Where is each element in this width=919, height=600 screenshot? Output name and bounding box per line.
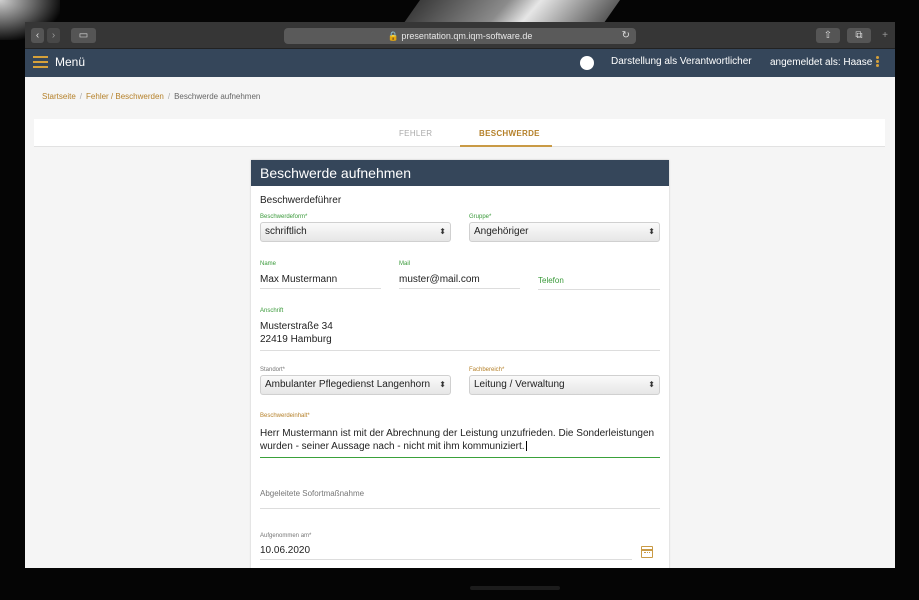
menu-label[interactable]: Menü bbox=[55, 55, 85, 69]
lock-icon: 🔒 bbox=[387, 31, 399, 41]
anschrift-line1: Musterstraße 34 bbox=[260, 321, 333, 332]
forward-icon: › bbox=[51, 30, 56, 41]
text-caret bbox=[525, 441, 527, 452]
back-button[interactable]: ‹ bbox=[31, 28, 44, 43]
breadcrumb: Startseite / Fehler / Beschwerden / Beschwer… bbox=[42, 92, 261, 101]
tab-beschwerde[interactable]: BESCHWERDE bbox=[479, 129, 540, 138]
name-label: Name bbox=[260, 261, 277, 267]
aufgenommen-field[interactable]: 10.06.2020 bbox=[260, 545, 632, 560]
breadcrumb-fehler-beschwerden[interactable]: Fehler / Beschwerden bbox=[86, 92, 164, 101]
gruppe-select[interactable]: Angehöriger ⬍ bbox=[469, 222, 660, 242]
device-home-indicator bbox=[470, 586, 560, 590]
new-tab-button[interactable]: + bbox=[877, 28, 893, 43]
aufgenommen-label: Aufgenommen am* bbox=[260, 533, 312, 539]
sidebar-button[interactable]: ▭ bbox=[71, 28, 96, 43]
form-title: Beschwerde aufnehmen bbox=[251, 160, 669, 186]
tabs-icon: ⧉ bbox=[855, 30, 863, 41]
section-title: Beschwerdeführer bbox=[260, 195, 342, 206]
breadcrumb-current: Beschwerde aufnehmen bbox=[174, 92, 261, 101]
tab-fehler[interactable]: FEHLER bbox=[399, 129, 432, 138]
gruppe-label: Gruppe* bbox=[469, 214, 492, 220]
beschwerdeform-value: schriftlich bbox=[265, 226, 307, 237]
share-button[interactable]: ⇧ bbox=[816, 28, 840, 43]
inhalt-label: Beschwerdeinhalt* bbox=[260, 413, 310, 419]
back-icon: ‹ bbox=[35, 30, 40, 41]
plus-icon: + bbox=[882, 30, 888, 41]
sidebar-icon: ▭ bbox=[78, 30, 89, 41]
breadcrumb-home[interactable]: Startseite bbox=[42, 92, 76, 101]
fachbereich-label: Fachbereich* bbox=[469, 367, 505, 373]
sofortmassnahme-field[interactable]: Abgeleitete Sofortmaßnahme bbox=[260, 489, 660, 509]
tabs-button[interactable]: ⧉ bbox=[847, 28, 871, 43]
standort-select[interactable]: Ambulanter Pflegedienst Langenhorn ⬍ bbox=[260, 375, 451, 395]
telefon-field[interactable]: Telefon bbox=[538, 276, 660, 290]
standort-value: Ambulanter Pflegedienst Langenhorn bbox=[265, 379, 431, 390]
mail-label: Mail bbox=[399, 261, 411, 267]
inhalt-line1: Herr Mustermann ist mit der Abrechnung d… bbox=[260, 428, 655, 439]
inhalt-textarea[interactable]: Herr Mustermann ist mit der Abrechnung d… bbox=[260, 427, 660, 458]
url-text: presentation.qm.iqm-software.de bbox=[401, 31, 533, 41]
app-header: Menü Darstellung als Verantwortlicher an… bbox=[25, 49, 895, 77]
anschrift-field[interactable]: Musterstraße 34 22419 Hamburg bbox=[260, 320, 660, 351]
select-arrow-icon: ⬍ bbox=[439, 227, 446, 236]
inhalt-line2: wurden - seiner Aussage nach - nicht mit… bbox=[260, 441, 525, 452]
anschrift-label: Anschrift bbox=[260, 308, 284, 314]
hamburger-icon[interactable] bbox=[33, 56, 48, 68]
beschwerdeform-label: Beschwerdeform* bbox=[260, 214, 308, 220]
fachbereich-value: Leitung / Verwaltung bbox=[474, 379, 565, 390]
complaint-form: Beschwerde aufnehmen Beschwerdeführer Be… bbox=[251, 160, 669, 568]
active-tab-indicator bbox=[460, 145, 552, 147]
mail-field[interactable]: muster@mail.com bbox=[399, 274, 520, 289]
select-arrow-icon: ⬍ bbox=[648, 227, 655, 236]
select-arrow-icon: ⬍ bbox=[648, 380, 655, 389]
responsible-toggle[interactable] bbox=[580, 56, 594, 70]
anschrift-line2: 22419 Hamburg bbox=[260, 334, 332, 345]
device-frame: ‹ › ▭ 🔒 presentation.qm.iqm-software.de … bbox=[0, 0, 919, 600]
responsible-label: Darstellung als Verantwortlicher bbox=[611, 56, 752, 67]
url-bar[interactable]: 🔒 presentation.qm.iqm-software.de ↻ bbox=[284, 28, 636, 44]
select-arrow-icon: ⬍ bbox=[439, 380, 446, 389]
calendar-icon[interactable] bbox=[641, 546, 653, 558]
tab-bar: FEHLER BESCHWERDE bbox=[34, 119, 885, 147]
share-icon: ⇧ bbox=[823, 30, 833, 41]
forward-button[interactable]: › bbox=[47, 28, 60, 43]
reload-icon[interactable]: ↻ bbox=[622, 28, 630, 44]
standort-label: Standort* bbox=[260, 367, 286, 373]
screen: ‹ › ▭ 🔒 presentation.qm.iqm-software.de … bbox=[25, 22, 895, 568]
browser-toolbar: ‹ › ▭ 🔒 presentation.qm.iqm-software.de … bbox=[25, 22, 895, 49]
more-icon[interactable] bbox=[876, 56, 879, 68]
fachbereich-select[interactable]: Leitung / Verwaltung ⬍ bbox=[469, 375, 660, 395]
gruppe-value: Angehöriger bbox=[474, 226, 529, 237]
beschwerdeform-select[interactable]: schriftlich ⬍ bbox=[260, 222, 451, 242]
user-label: angemeldet als: Haase bbox=[770, 57, 873, 68]
name-field[interactable]: Max Mustermann bbox=[260, 274, 381, 289]
